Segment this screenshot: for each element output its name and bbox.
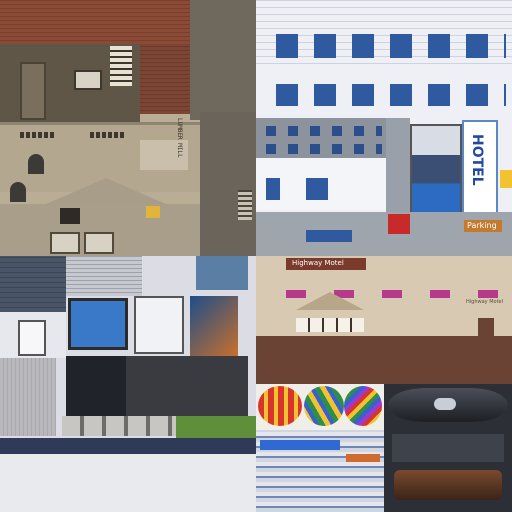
jet-wing — [394, 470, 502, 500]
highway-motel-sign-top: Highway Motel — [292, 259, 344, 267]
door — [478, 318, 494, 340]
window — [74, 70, 102, 90]
tile-motel: Highway Motel Highway Motel — [256, 256, 512, 384]
highway-motel-sign-bottom: Highway Motel — [466, 299, 503, 305]
metal-shutter — [66, 256, 142, 296]
dark-panel — [66, 356, 126, 416]
lobby-glass — [410, 124, 462, 224]
gable-roof — [296, 292, 364, 310]
parking-sign: Parking — [467, 221, 497, 230]
window-row — [266, 126, 382, 136]
garage-door — [84, 232, 114, 254]
window-row — [266, 144, 382, 154]
blue-stripe — [260, 440, 340, 450]
roof-gable — [46, 178, 166, 204]
navy-band — [0, 438, 256, 454]
concrete-column — [386, 118, 410, 218]
jet-panel — [392, 434, 504, 462]
front-windows — [296, 318, 364, 332]
brown-roof — [256, 336, 512, 384]
side-wall — [200, 112, 256, 256]
balloon-rainbow — [344, 386, 382, 426]
arched-window — [28, 154, 44, 174]
tile-lumber-mill: LUMBER MILL — [0, 0, 256, 256]
yellow-sign — [500, 170, 512, 188]
garage-door — [50, 232, 80, 254]
empty-area — [0, 454, 256, 512]
tile-jet — [384, 384, 512, 512]
stairs — [238, 190, 252, 220]
vent-slits — [90, 132, 124, 138]
balloon-red — [258, 386, 302, 426]
ladder-window — [110, 46, 132, 86]
red-box — [388, 214, 410, 234]
jet-window — [434, 398, 456, 410]
lumber-mill-sign: LUMBER MILL — [176, 118, 183, 158]
sidewalk — [256, 212, 512, 256]
brick-block — [140, 44, 190, 114]
window-row — [276, 84, 506, 106]
asphalt — [126, 356, 248, 416]
arched-window — [10, 182, 26, 202]
gray-siding — [0, 358, 56, 436]
door — [18, 320, 46, 356]
tile-hotel: HOTEL Parking — [256, 0, 512, 256]
window-row — [276, 34, 506, 58]
concrete-roof — [190, 0, 256, 120]
window — [266, 178, 280, 200]
window — [306, 178, 328, 200]
texture-atlas: LUMBER MILL HOTEL Parking Highway Motel … — [0, 0, 512, 512]
sign-plate — [146, 206, 160, 218]
stone-ledge — [62, 416, 176, 436]
hotel-sign: HOTEL — [469, 134, 485, 186]
tile-houses — [0, 256, 256, 512]
orange-stripe — [346, 454, 380, 462]
balloon-green — [304, 386, 344, 426]
tile-vehicle-texture — [256, 430, 384, 512]
tile-balloons — [256, 384, 384, 430]
door — [20, 62, 46, 120]
blue-panel — [306, 230, 352, 242]
vent-slits — [20, 132, 54, 138]
storefront-window — [68, 298, 128, 350]
blue-panel — [196, 256, 248, 290]
window — [60, 208, 80, 224]
poster — [190, 296, 238, 356]
brick-roof — [0, 0, 190, 44]
french-door — [134, 296, 184, 354]
slate-roof — [0, 256, 66, 312]
